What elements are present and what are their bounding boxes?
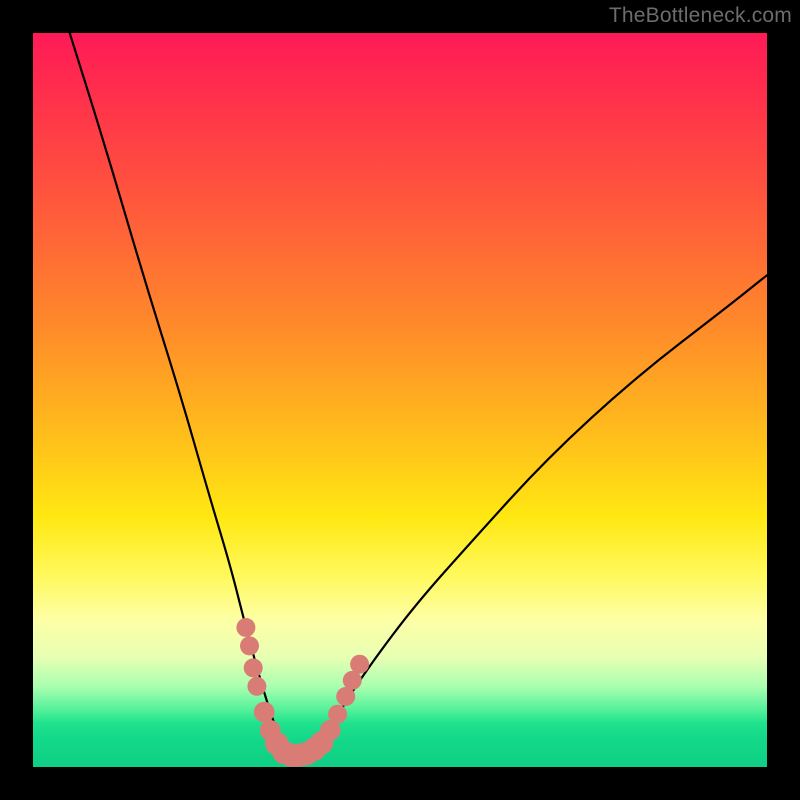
marker-dot bbox=[254, 702, 275, 723]
marker-dot bbox=[247, 677, 266, 696]
marker-dot bbox=[343, 671, 362, 690]
marker-dot bbox=[240, 636, 259, 655]
marker-dot bbox=[350, 655, 369, 674]
watermark-text: TheBottleneck.com bbox=[609, 4, 792, 28]
plot-area bbox=[33, 33, 767, 767]
marker-dot bbox=[328, 705, 347, 724]
marker-dot bbox=[244, 658, 263, 677]
bottleneck-curve bbox=[70, 33, 767, 760]
chart-frame: TheBottleneck.com bbox=[0, 0, 800, 800]
curve-markers bbox=[236, 618, 369, 767]
marker-dot bbox=[236, 618, 255, 637]
curve-layer bbox=[33, 33, 767, 767]
